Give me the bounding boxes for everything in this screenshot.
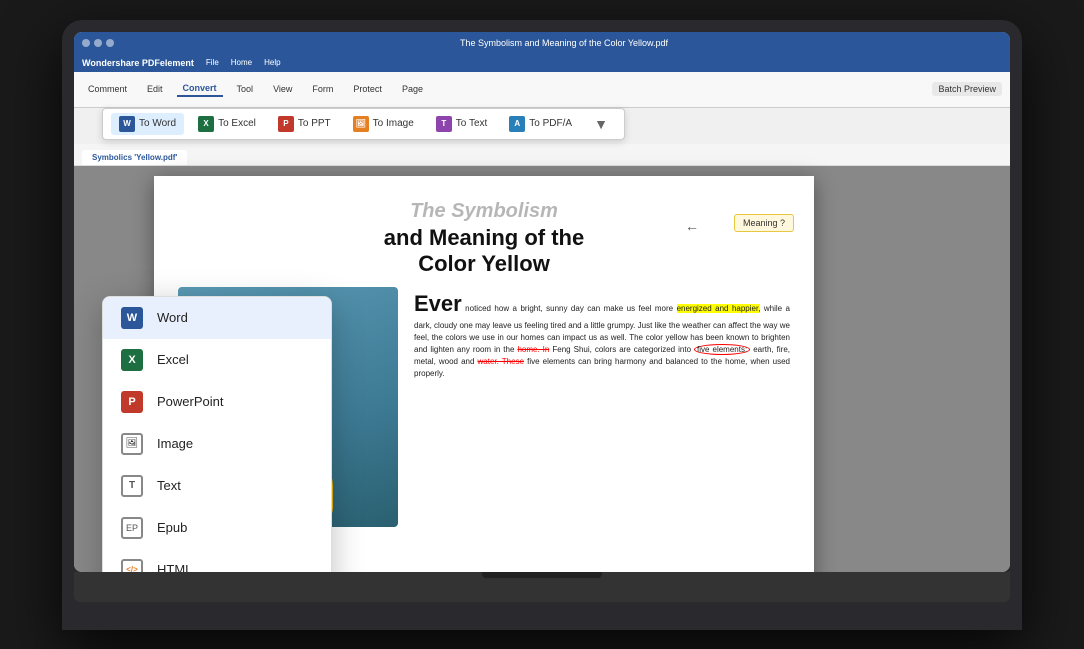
toolbar-convert[interactable]: Convert bbox=[177, 81, 223, 97]
excel-label: Excel bbox=[157, 352, 189, 367]
conv-excel-icon: X bbox=[198, 116, 214, 132]
toolbar-protect[interactable]: Protect bbox=[347, 82, 388, 96]
text-icon: T bbox=[121, 475, 143, 497]
dropdown-item-word[interactable]: W Word bbox=[103, 297, 331, 339]
laptop-notch bbox=[482, 572, 602, 578]
toolbar-edit[interactable]: Edit bbox=[141, 82, 169, 96]
meaning-tooltip: Meaning ? bbox=[734, 214, 794, 232]
powerpoint-icon: P bbox=[121, 391, 143, 413]
conv-image-icon: 🖼 bbox=[353, 116, 369, 132]
toolbar-comment[interactable]: Comment bbox=[82, 82, 133, 96]
html-label: HTML bbox=[157, 562, 192, 572]
image-label: Image bbox=[157, 436, 193, 451]
conv-to-excel-btn[interactable]: X To Excel bbox=[190, 113, 264, 135]
toolbar-view[interactable]: View bbox=[267, 82, 298, 96]
dropdown-item-powerpoint[interactable]: P PowerPoint bbox=[103, 381, 331, 423]
image-icon: 🖼 bbox=[121, 433, 143, 455]
conv-to-pdfa-btn[interactable]: A To PDF/A bbox=[501, 113, 580, 135]
main-toolbar: Comment Edit Convert Tool View Form Prot… bbox=[74, 72, 1010, 108]
menu-app-name: Wondershare PDFelement bbox=[82, 58, 194, 68]
conv-to-text-btn[interactable]: T To Text bbox=[428, 113, 496, 135]
dropdown-item-epub[interactable]: EP Epub bbox=[103, 507, 331, 549]
conv-pdfa-icon: A bbox=[509, 116, 525, 132]
toolbar-tool[interactable]: Tool bbox=[231, 82, 260, 96]
conv-to-image-btn[interactable]: 🖼 To Image bbox=[345, 113, 422, 135]
excel-icon: X bbox=[121, 349, 143, 371]
conv-word-icon: W bbox=[119, 116, 135, 132]
laptop-screen: The Symbolism and Meaning of the Color Y… bbox=[74, 32, 1010, 572]
powerpoint-label: PowerPoint bbox=[157, 394, 223, 409]
menu-help[interactable]: Help bbox=[264, 58, 280, 67]
epub-icon: EP bbox=[121, 517, 143, 539]
word-icon: W bbox=[121, 307, 143, 329]
app-title: The Symbolism and Meaning of the Color Y… bbox=[126, 38, 1002, 48]
dropdown-menu: W Word X Excel P PowerPoint 🖼 Image bbox=[102, 296, 332, 572]
word-label: Word bbox=[157, 310, 188, 325]
toolbar-batch-preview[interactable]: Batch Preview bbox=[932, 82, 1002, 96]
menu-home[interactable]: Home bbox=[231, 58, 252, 67]
strikethrough-water: water. These bbox=[478, 357, 525, 366]
tab-yellow-pdf[interactable]: Symbolics 'Yellow.pdf' bbox=[82, 150, 187, 165]
highlight-text: energized and happier, bbox=[677, 304, 761, 313]
conv-more-btn[interactable]: ▼ bbox=[586, 113, 616, 135]
menu-bar: Wondershare PDFelement File Home Help bbox=[74, 54, 1010, 72]
main-content: The Symbolism and Meaning of the Color Y… bbox=[74, 166, 1010, 572]
conv-ppt-icon: P bbox=[278, 116, 294, 132]
dropdown-item-html[interactable]: </> HTML bbox=[103, 549, 331, 572]
convert-toolbar: W To Word X To Excel P To PPT 🖼 To Image… bbox=[102, 108, 625, 140]
pdf-app: The Symbolism and Meaning of the Color Y… bbox=[74, 32, 1010, 572]
html-icon: </> bbox=[121, 559, 143, 572]
dropdown-item-text[interactable]: T Text bbox=[103, 465, 331, 507]
epub-label: Epub bbox=[157, 520, 187, 535]
strikethrough-text: home. In bbox=[517, 345, 549, 354]
big-ever: Ever bbox=[414, 291, 462, 316]
circle-five: five elements: bbox=[694, 344, 750, 355]
toolbar-page[interactable]: Page bbox=[396, 82, 429, 96]
pdf-text-area: Ever noticed how a bright, sunny day can… bbox=[414, 287, 790, 527]
laptop-bottom bbox=[74, 572, 1010, 602]
toolbar-form[interactable]: Form bbox=[306, 82, 339, 96]
laptop-outer: The Symbolism and Meaning of the Color Y… bbox=[62, 20, 1022, 630]
conv-to-ppt-btn[interactable]: P To PPT bbox=[270, 113, 339, 135]
tab-bar: Symbolics 'Yellow.pdf' bbox=[74, 144, 1010, 166]
dropdown-item-excel[interactable]: X Excel bbox=[103, 339, 331, 381]
window-dot-3 bbox=[106, 39, 114, 47]
tooltip-arrow: ← bbox=[685, 218, 699, 234]
window-dot-1 bbox=[82, 39, 90, 47]
pdf-paragraph: Ever noticed how a bright, sunny day can… bbox=[414, 287, 790, 380]
conv-text-icon: T bbox=[436, 116, 452, 132]
text-label: Text bbox=[157, 478, 181, 493]
title-bar: The Symbolism and Meaning of the Color Y… bbox=[74, 32, 1010, 54]
dropdown-item-image[interactable]: 🖼 Image bbox=[103, 423, 331, 465]
menu-file[interactable]: File bbox=[206, 58, 219, 67]
conv-to-word-btn[interactable]: W To Word bbox=[111, 113, 184, 135]
window-dot-2 bbox=[94, 39, 102, 47]
